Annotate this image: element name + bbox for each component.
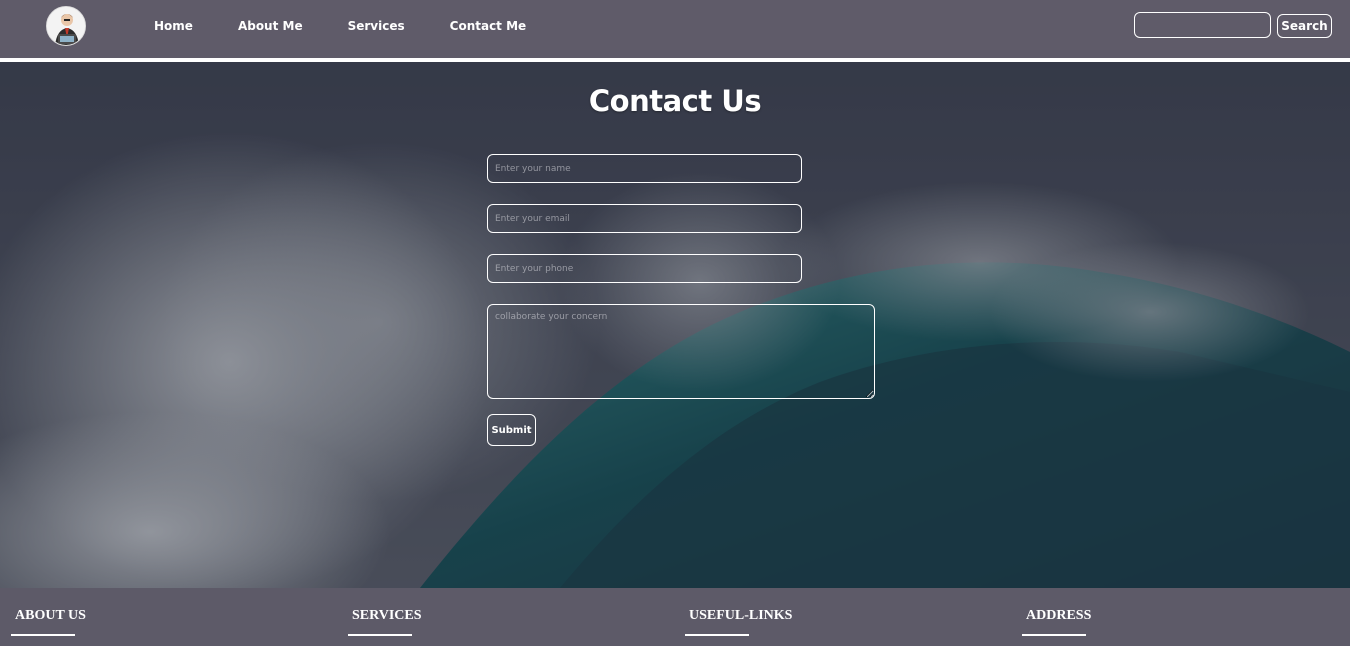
- main-nav: Home About Me Services Contact Me: [154, 18, 526, 36]
- footer-heading: ADDRESS: [1026, 608, 1092, 623]
- footer: ABOUT US SERVICES USEFUL-LINKS ADDRESS: [0, 588, 1350, 646]
- phone-field[interactable]: [487, 254, 802, 283]
- footer-heading: ABOUT US: [15, 608, 86, 623]
- name-field[interactable]: [487, 154, 802, 183]
- nav-link-home[interactable]: Home: [154, 18, 193, 36]
- footer-heading-underline: [1022, 634, 1086, 636]
- contact-hero: Contact Us Submit: [0, 62, 1350, 588]
- footer-heading: SERVICES: [352, 608, 422, 623]
- footer-heading-underline: [685, 634, 749, 636]
- page-title: Contact Us: [588, 84, 762, 118]
- page: Home About Me Services Contact Me Search: [0, 0, 1350, 646]
- email-field[interactable]: [487, 204, 802, 233]
- footer-heading: USEFUL-LINKS: [689, 608, 793, 623]
- concern-textarea[interactable]: [487, 304, 875, 399]
- nav-link-about-me[interactable]: About Me: [238, 18, 303, 36]
- footer-heading-underline: [11, 634, 75, 636]
- avatar[interactable]: [46, 6, 86, 46]
- navbar: Home About Me Services Contact Me Search: [0, 0, 1350, 58]
- submit-button[interactable]: Submit: [487, 414, 536, 446]
- footer-heading-underline: [348, 634, 412, 636]
- nav-link-contact-me[interactable]: Contact Me: [450, 18, 527, 36]
- search-button[interactable]: Search: [1277, 14, 1332, 38]
- avatar-icon: [47, 7, 85, 45]
- nav-link-services[interactable]: Services: [348, 18, 405, 36]
- search-input[interactable]: [1134, 12, 1271, 38]
